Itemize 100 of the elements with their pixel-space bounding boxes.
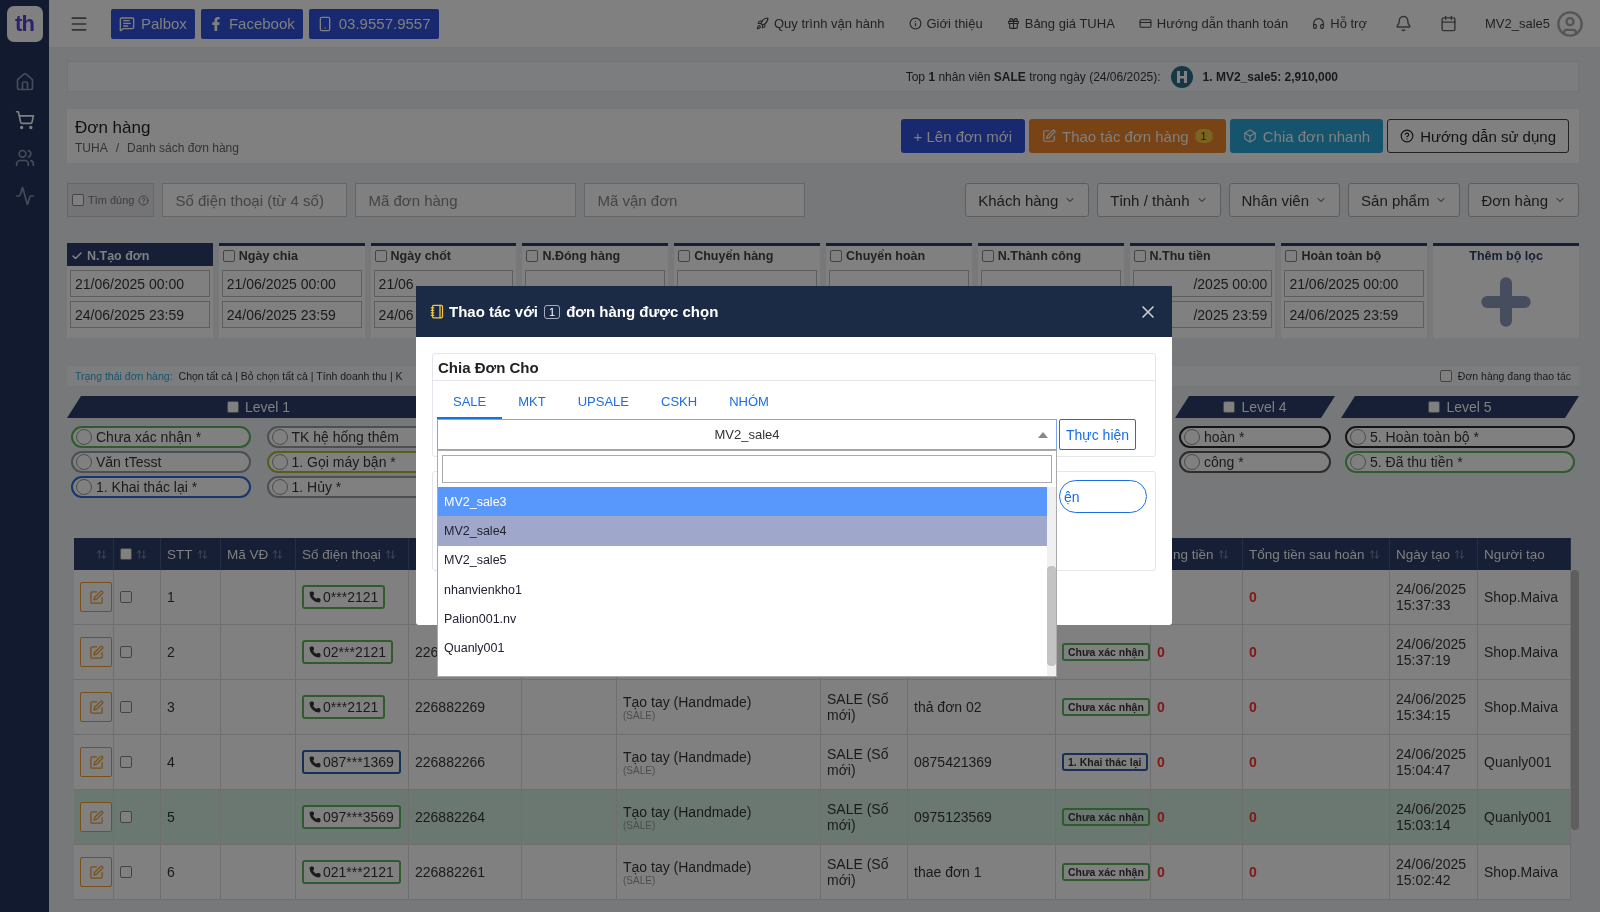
sort-icon[interactable] (1454, 548, 1466, 560)
link-button[interactable]: Facebook (200, 8, 303, 39)
dropdown-option[interactable]: MV2_sale4 (438, 516, 1047, 546)
exact-checkbox[interactable] (72, 194, 84, 206)
calendar-icon[interactable] (1439, 15, 1457, 32)
level-header[interactable]: Level 5 (1341, 396, 1579, 418)
tab[interactable]: MKT (502, 387, 562, 419)
bell-icon[interactable] (1394, 15, 1412, 32)
radio[interactable] (1184, 429, 1200, 445)
phone-tag[interactable]: 02***2121 (302, 640, 394, 664)
radio[interactable] (1184, 454, 1200, 470)
date-field[interactable]: 21/06/2025 00:00 (221, 270, 362, 297)
row-checkbox[interactable] (120, 866, 132, 878)
checkbox[interactable] (526, 250, 539, 262)
phone-tag[interactable]: 0***2121 (302, 585, 386, 609)
date-field[interactable]: 24/06/2025 23:59 (1284, 301, 1425, 328)
avatar-icon[interactable] (1556, 9, 1584, 38)
radio[interactable] (76, 429, 92, 445)
select-all-checkbox[interactable] (120, 548, 132, 560)
date-field[interactable]: 21/06/2025 00:00 (70, 270, 210, 297)
row-checkbox[interactable] (120, 646, 132, 658)
checkbox[interactable] (678, 250, 691, 262)
link-button[interactable]: 03.9557.9557 (308, 8, 439, 39)
column-header[interactable]: Ngày tạo (1396, 546, 1451, 562)
edit-button[interactable] (80, 582, 112, 612)
column-header[interactable]: Người tạo (1484, 546, 1545, 562)
assignee-select[interactable]: MV2_sale4 (437, 419, 1057, 450)
filter-dropdown[interactable]: Nhân viên (1228, 183, 1341, 217)
status-pill[interactable]: 5. Hoàn toàn bộ * (1345, 426, 1575, 448)
column-header[interactable]: Số điện thoại (302, 546, 381, 562)
action-button[interactable]: ện (1059, 480, 1147, 513)
dropdown-option[interactable]: MV2_sale3 (438, 487, 1047, 517)
tab[interactable]: UPSALE (561, 387, 645, 419)
phone-tag[interactable]: 021***2121 (302, 860, 401, 884)
edit-button[interactable] (80, 747, 112, 777)
nav-link[interactable]: Bảng giá TUHA (1006, 16, 1115, 31)
status-pill[interactable]: Văn tTesst (71, 451, 251, 473)
nav-link[interactable]: Quy trình vận hành (755, 16, 885, 31)
edit-button[interactable] (80, 857, 112, 887)
status-pill[interactable]: hoàn * (1179, 426, 1331, 448)
sort-icon[interactable] (272, 548, 284, 560)
sidebar-item[interactable] (14, 110, 35, 130)
column-header[interactable]: Tổng tiền sau hoàn (1249, 546, 1365, 562)
logo[interactable]: th (6, 6, 43, 42)
row-checkbox[interactable] (120, 756, 132, 768)
check-icon[interactable] (71, 250, 83, 262)
action-button[interactable]: + Lên đơn mới (900, 119, 1025, 153)
scrollbar[interactable] (1571, 570, 1579, 830)
search-field[interactable]: Số điện thoại (từ 4 số) (162, 183, 348, 217)
date-field[interactable]: 24/06/2025 23:59 (70, 301, 210, 328)
filter-dropdown[interactable]: Đơn hàng (1468, 183, 1579, 217)
action-button[interactable]: Thao tác đơn hàng 1 (1029, 119, 1226, 153)
nav-link[interactable]: Giới thiệu (908, 16, 983, 31)
checkbox[interactable] (374, 250, 387, 262)
checkbox[interactable] (981, 250, 994, 262)
sort-icon[interactable] (196, 548, 208, 560)
sidebar-item[interactable] (14, 72, 35, 92)
nav-link[interactable]: Hỗ trợ (1312, 16, 1367, 31)
column-header[interactable]: STT (167, 546, 193, 562)
edit-button[interactable] (80, 637, 112, 667)
action-button[interactable]: Hướng dẫn sử dụng (1387, 119, 1569, 153)
row-checkbox[interactable] (120, 591, 132, 603)
nav-link[interactable]: Hướng dẫn thanh toán (1138, 16, 1289, 31)
checkbox[interactable] (830, 250, 842, 262)
radio[interactable] (271, 479, 288, 495)
checkbox[interactable] (1223, 401, 1236, 413)
tab[interactable]: SALE (437, 387, 503, 419)
column-header[interactable]: Mã VĐ (227, 546, 269, 562)
breadcrumb-link[interactable]: TUHA (75, 140, 108, 155)
phone-tag[interactable]: 087***1369 (302, 750, 401, 774)
row-checkbox[interactable] (120, 701, 132, 713)
checkbox[interactable] (222, 250, 235, 262)
radio[interactable] (1350, 429, 1366, 445)
edit-button[interactable] (80, 692, 112, 722)
date-field[interactable]: 21/06/2025 00:00 (1284, 270, 1425, 297)
checkbox[interactable] (1133, 250, 1146, 262)
radio[interactable] (76, 479, 92, 495)
user-name[interactable]: MV2_sale5 (1484, 16, 1550, 31)
tab[interactable]: NHÓM (713, 387, 785, 419)
status-actions[interactable]: Chọn tất cả | Bỏ chọn tất cả | Tính doanh thu | K (178, 370, 403, 382)
sort-icon[interactable] (1217, 548, 1229, 560)
sort-icon[interactable] (1368, 548, 1380, 560)
radio[interactable] (1350, 454, 1366, 470)
status-pill[interactable]: Chưa xác nhận * (71, 426, 251, 448)
radio[interactable] (76, 454, 92, 470)
link-button[interactable]: Palbox (111, 8, 195, 39)
scrollbar[interactable] (1047, 566, 1056, 666)
filter-dropdown[interactable]: Sản phẩm (1348, 183, 1461, 217)
search-field[interactable]: Mã đơn hàng (355, 183, 577, 217)
sort-icon[interactable] (136, 548, 147, 560)
filter-dropdown[interactable]: Khách hàng (965, 183, 1090, 217)
status-pill[interactable]: 5. Đã thu tiền * (1345, 451, 1575, 473)
submit-button[interactable]: Thực hiện (1059, 419, 1137, 450)
radio[interactable] (271, 429, 288, 445)
checkbox[interactable] (1428, 401, 1441, 413)
sidebar-item[interactable] (14, 148, 35, 168)
row-checkbox[interactable] (120, 811, 132, 823)
dropdown-search[interactable] (442, 455, 1052, 483)
sort-icon[interactable] (384, 548, 396, 560)
phone-tag[interactable]: 097***3569 (302, 805, 401, 829)
